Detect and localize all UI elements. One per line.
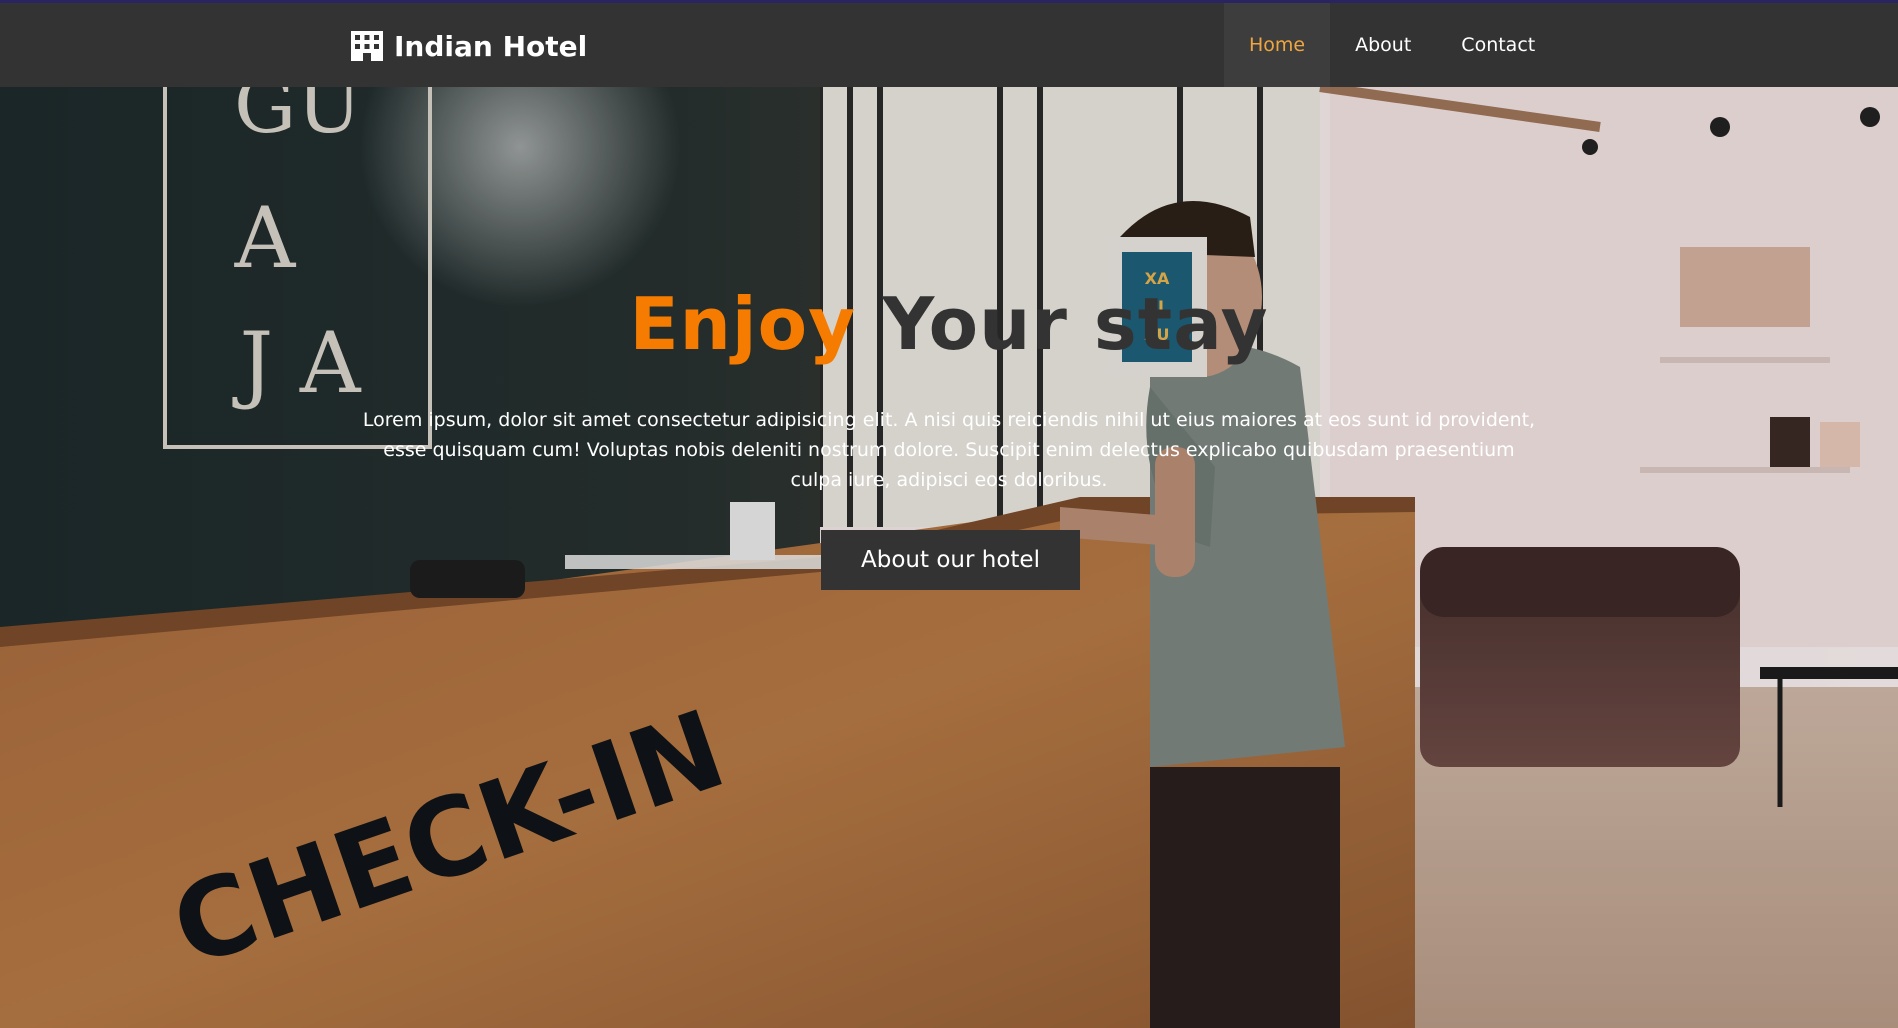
hero-title-accent: Enjoy — [629, 282, 857, 366]
nav-links: Home About Contact — [1224, 3, 1560, 87]
about-hotel-button[interactable]: About our hotel — [821, 530, 1080, 590]
hero-description: Lorem ipsum, dolor sit amet consectetur … — [362, 409, 1536, 491]
nav-item-about[interactable]: About — [1330, 3, 1436, 87]
hero-section: GU A J A CHECK-IN XA BL AU Enjoy Your st… — [0, 87, 1898, 1028]
hero-title-rest: Your stay — [882, 282, 1269, 366]
building-icon — [351, 31, 383, 61]
nav-item-contact[interactable]: Contact — [1436, 3, 1560, 87]
brand[interactable]: Indian Hotel — [350, 27, 587, 65]
nav-item-home[interactable]: Home — [1224, 3, 1331, 87]
brand-name: Indian Hotel — [394, 29, 588, 63]
navbar: Indian Hotel Home About Contact — [0, 3, 1898, 87]
hero-title: Enjoy Your stay — [0, 282, 1898, 366]
